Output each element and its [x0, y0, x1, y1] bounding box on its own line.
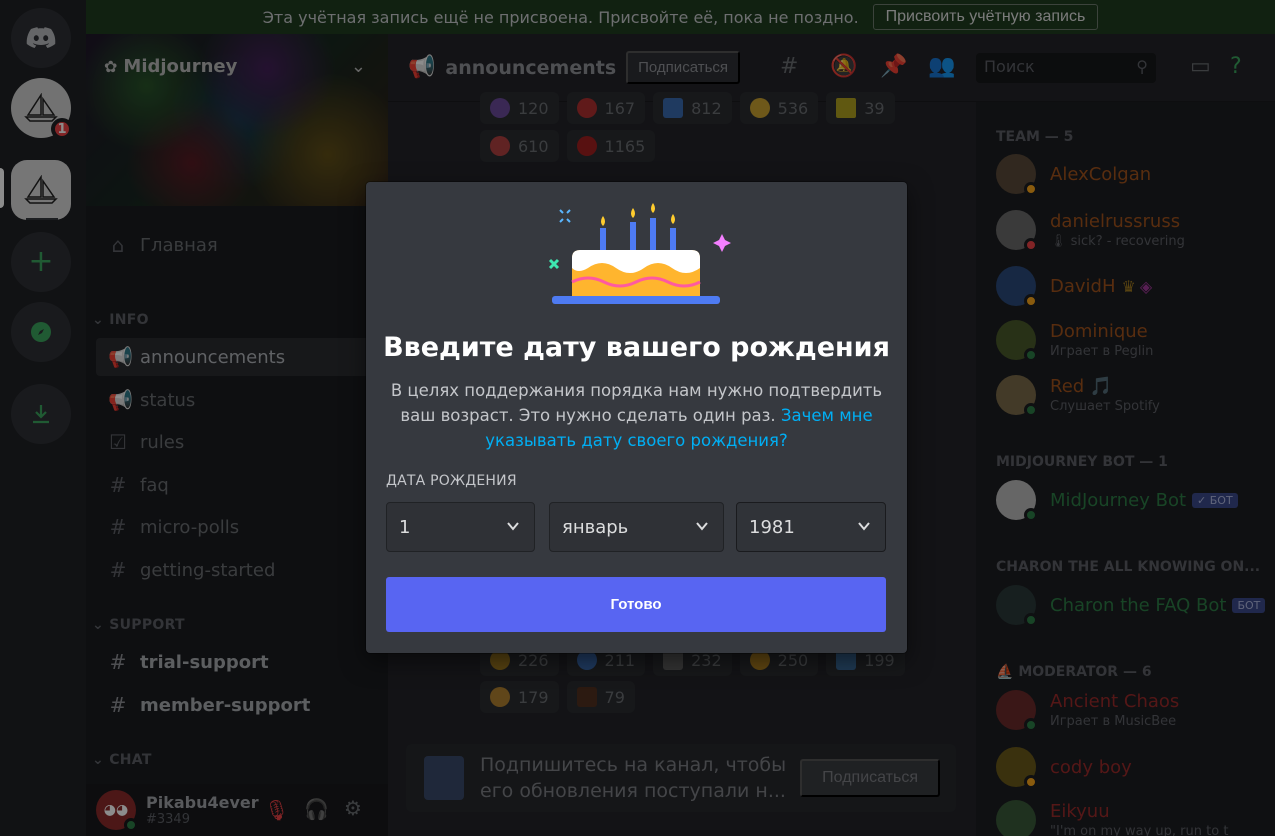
birthday-modal: Введите дату вашего рождения В целях под… [366, 182, 907, 653]
modal-title: Введите дату вашего рождения [383, 332, 890, 363]
app-root: 1 + Эта учётная запись ещё не присвоена.… [0, 0, 1275, 836]
day-select-value: 1 [399, 516, 411, 538]
modal-description: В целях поддержания порядка нам нужно по… [386, 378, 887, 453]
chevron-down-icon [858, 522, 870, 531]
done-button[interactable]: Готово [386, 577, 886, 632]
birthday-cake-icon [548, 203, 731, 304]
month-select-value: январь [562, 516, 629, 538]
chevron-down-icon [507, 522, 519, 531]
year-select[interactable]: 1981 [736, 502, 886, 552]
birthday-field-label: ДАТА РОЖДЕНИЯ [386, 473, 517, 489]
year-select-value: 1981 [749, 516, 795, 538]
chevron-down-icon [696, 522, 708, 531]
month-select[interactable]: январь [549, 502, 724, 552]
day-select[interactable]: 1 [386, 502, 535, 552]
